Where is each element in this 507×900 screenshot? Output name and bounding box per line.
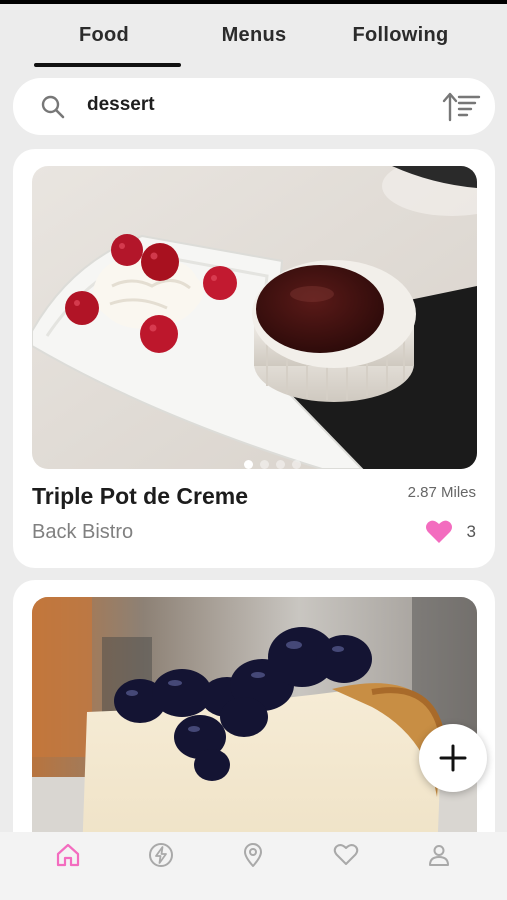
search-icon[interactable] [40, 94, 66, 120]
carousel-dot[interactable] [292, 460, 301, 469]
carousel-dot[interactable] [276, 460, 285, 469]
search-input[interactable] [87, 94, 387, 116]
nav-home[interactable] [53, 840, 83, 870]
nav-trending[interactable] [146, 840, 176, 870]
food-post-card[interactable]: Triple Pot de Creme 2.87 Miles Back Bist… [13, 149, 495, 568]
search-bar[interactable] [13, 78, 495, 135]
carousel-dot[interactable] [244, 460, 253, 469]
bolt-icon [148, 843, 173, 867]
plus-icon [439, 744, 467, 772]
dessert-image [32, 166, 477, 469]
cheesecake-image [32, 597, 477, 857]
carousel-indicator[interactable] [244, 460, 301, 469]
tab-menus[interactable]: Menus [214, 4, 294, 66]
add-post-button[interactable] [419, 724, 487, 792]
heart-icon [333, 844, 359, 865]
tab-food[interactable]: Food [0, 4, 214, 66]
sort-icon[interactable] [442, 91, 482, 123]
home-icon [57, 843, 80, 867]
active-tab-indicator [34, 63, 181, 67]
restaurant-name[interactable]: Back Bistro [32, 521, 133, 544]
profile-icon [428, 845, 449, 866]
food-photo[interactable] [32, 166, 477, 469]
dish-title[interactable]: Triple Pot de Creme [32, 483, 248, 510]
nav-profile[interactable] [424, 840, 454, 870]
nav-map[interactable] [238, 840, 268, 870]
like-count: 3 [466, 521, 476, 541]
tab-following[interactable]: Following [294, 4, 507, 66]
food-photo[interactable] [32, 597, 477, 857]
bottom-navigation [0, 832, 507, 900]
likes: 3 [425, 519, 476, 544]
heart-icon[interactable] [425, 519, 453, 544]
carousel-dot[interactable] [260, 460, 269, 469]
location-pin-icon [244, 843, 263, 867]
distance-label: 2.87 Miles [407, 484, 476, 501]
nav-favorites[interactable] [331, 840, 361, 870]
tab-bar: Food Menus Following [0, 4, 507, 67]
